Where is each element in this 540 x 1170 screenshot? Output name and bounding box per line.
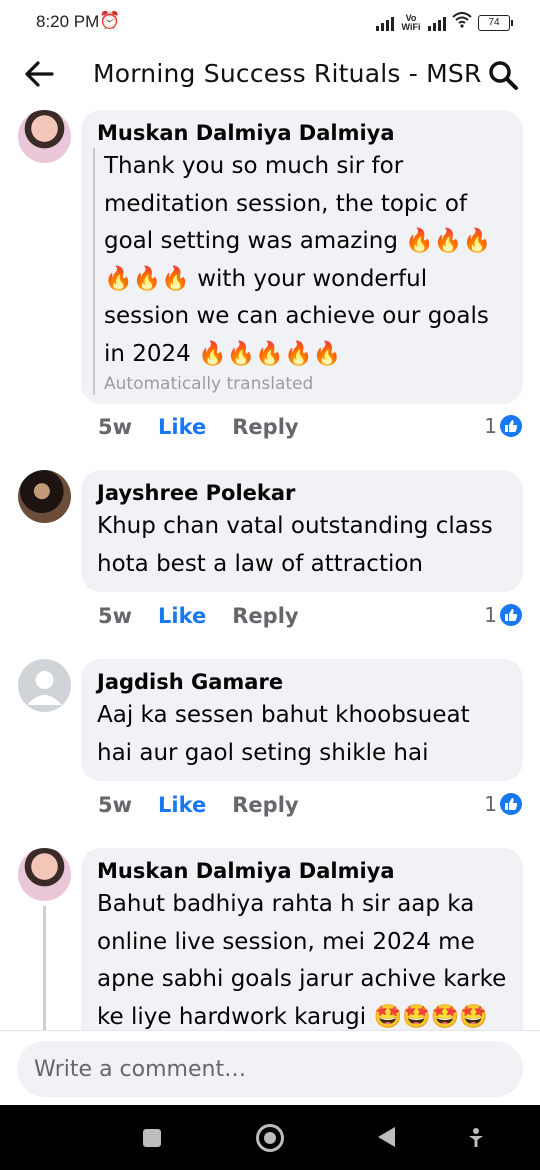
recents-button[interactable]	[143, 1129, 161, 1147]
back-button[interactable]	[378, 1127, 395, 1147]
comment-bubble[interactable]: Jagdish Gamare Aaj ka sessen bahut khoob…	[81, 659, 523, 781]
alarm-clock-icon: ⏰	[99, 11, 121, 31]
comment-bubble[interactable]: Jayshree Polekar Khup chan vatal outstan…	[81, 470, 523, 592]
comment-actions: 5w Like Reply	[98, 601, 299, 631]
like-button[interactable]: Like	[158, 793, 206, 817]
signal-icon	[376, 15, 394, 31]
thread-line	[43, 906, 46, 1030]
status-icons: Vo WiFi 74	[376, 12, 513, 33]
comment-text: Thank you so much sir for meditation ses…	[104, 153, 492, 367]
status-time: 8:20 PM	[36, 12, 100, 31]
signal-icon-2	[428, 15, 446, 31]
battery-icon: 74	[478, 14, 513, 31]
comment-item: Muskan Dalmiya Dalmiya Bahut badhiya rah…	[0, 848, 540, 1030]
wifi-icon	[452, 12, 472, 33]
avatar[interactable]	[18, 848, 71, 901]
vowifi-label: Vo WiFi	[401, 12, 421, 32]
comment-bubble[interactable]: Muskan Dalmiya Dalmiya Bahut badhiya rah…	[81, 848, 523, 1030]
reaction-number: 1	[484, 603, 497, 627]
status-bar: 8:20 PM ⏰ Vo WiFi 74	[0, 0, 540, 46]
search-icon[interactable]	[486, 58, 520, 92]
comment-actions: 5w Like Reply	[98, 790, 299, 820]
avatar[interactable]	[18, 659, 71, 712]
reaction-count[interactable]: 1	[484, 412, 522, 440]
translated-quote: Thank you so much sir for meditation ses…	[93, 148, 507, 395]
thumbs-up-icon	[500, 793, 522, 815]
comment-bubble[interactable]: Muskan Dalmiya Dalmiya Thank you so much…	[81, 110, 523, 404]
default-avatar-icon	[27, 671, 62, 705]
comment-input[interactable]	[17, 1041, 523, 1097]
translated-label[interactable]: Automatically translated	[104, 373, 507, 395]
page-title: Morning Success Rituals - MSR	[93, 59, 482, 88]
comment-time: 5w	[98, 604, 133, 628]
reply-button[interactable]: Reply	[232, 415, 298, 439]
like-button[interactable]: Like	[158, 604, 206, 628]
like-button[interactable]: Like	[158, 415, 206, 439]
comment-text: Bahut badhiya rahta h sir aap ka online …	[97, 891, 507, 1030]
comment-composer	[0, 1030, 540, 1106]
home-button[interactable]	[256, 1124, 284, 1152]
comment-author[interactable]: Jagdish Gamare	[97, 667, 507, 697]
reaction-number: 1	[484, 414, 497, 438]
comment-time: 5w	[98, 793, 133, 817]
accessibility-icon[interactable]	[466, 1127, 486, 1149]
comment-text: Aaj ka sessen bahut khoobsueat hai aur g…	[97, 702, 470, 766]
comment-author[interactable]: Muskan Dalmiya Dalmiya	[97, 856, 507, 886]
reply-button[interactable]: Reply	[232, 793, 298, 817]
comment-author[interactable]: Jayshree Polekar	[97, 478, 507, 508]
avatar[interactable]	[18, 470, 71, 523]
thumbs-up-icon	[500, 415, 522, 437]
comment-text: Khup chan vatal outstanding class hota b…	[97, 513, 493, 577]
comment-author[interactable]: Muskan Dalmiya Dalmiya	[97, 118, 507, 148]
avatar[interactable]	[18, 110, 71, 163]
comment-actions: 5w Like Reply	[98, 412, 299, 442]
thumbs-up-icon	[500, 604, 522, 626]
reaction-count[interactable]: 1	[484, 790, 522, 818]
reply-button[interactable]: Reply	[232, 604, 298, 628]
back-arrow-icon[interactable]	[22, 56, 58, 92]
reaction-number: 1	[484, 792, 497, 816]
system-nav-bar	[0, 1105, 540, 1170]
reaction-count[interactable]: 1	[484, 601, 522, 629]
comment-time: 5w	[98, 415, 133, 439]
top-bar: Morning Success Rituals - MSR	[0, 46, 540, 106]
